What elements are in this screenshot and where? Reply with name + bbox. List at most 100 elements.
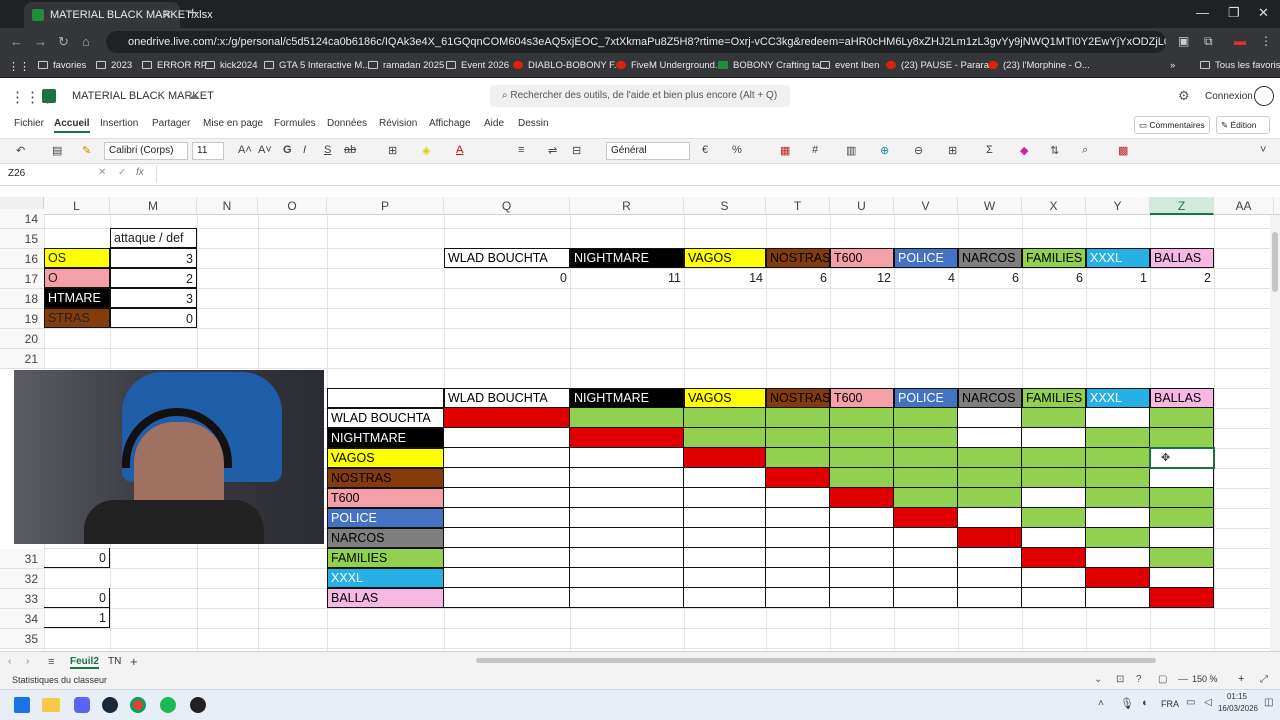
matrix-column-header[interactable]: NIGHTMARE <box>570 388 684 408</box>
row-header[interactable]: 18 <box>0 289 44 309</box>
matrix-cell[interactable] <box>894 588 958 608</box>
profile-icon[interactable]: ▬ <box>1234 34 1246 48</box>
matrix-cell[interactable] <box>444 528 570 548</box>
sort-filter-icon[interactable]: ⇅ <box>1050 144 1059 157</box>
file-explorer-icon[interactable] <box>42 698 60 712</box>
top-gang-header[interactable]: BALLAS <box>1150 248 1214 268</box>
tab-fichier[interactable]: Fichier <box>14 118 44 129</box>
home-icon[interactable]: ⌂ <box>82 34 90 49</box>
extension-icon[interactable]: ▣ <box>1178 34 1189 48</box>
row-header[interactable]: 34 <box>0 609 44 629</box>
matrix-cell[interactable] <box>830 528 894 548</box>
row-header[interactable]: 19 <box>0 309 44 329</box>
matrix-cell[interactable] <box>684 588 766 608</box>
matrix-column-header[interactable]: POLICE <box>894 388 958 408</box>
matrix-cell[interactable] <box>958 568 1022 588</box>
add-sheet-icon[interactable]: + <box>130 654 138 669</box>
column-header-n[interactable]: N <box>197 197 258 215</box>
top-gang-count[interactable]: 12 <box>830 268 894 288</box>
top-gang-count[interactable]: 6 <box>766 268 830 288</box>
matrix-cell[interactable] <box>766 488 830 508</box>
matrix-row-header[interactable]: NIGHTMARE <box>327 428 444 448</box>
minimize-icon[interactable]: — <box>1196 5 1209 20</box>
bookmark-fivem[interactable]: FiveM Underground... <box>616 60 723 71</box>
matrix-cell[interactable] <box>1086 408 1150 428</box>
tab-revision[interactable]: Révision <box>379 118 417 129</box>
column-header-w[interactable]: W <box>958 197 1022 215</box>
top-gang-count[interactable]: 11 <box>570 268 684 288</box>
matrix-cell[interactable] <box>684 468 766 488</box>
underline-icon[interactable]: S <box>324 144 331 156</box>
left-gang-name[interactable]: STRAS <box>44 308 110 328</box>
column-header-y[interactable]: Y <box>1086 197 1150 215</box>
matrix-cell[interactable] <box>1086 548 1150 568</box>
matrix-cell[interactable] <box>570 568 684 588</box>
matrix-cell[interactable] <box>444 548 570 568</box>
menu-icon[interactable]: ⋮ <box>1260 34 1272 48</box>
column-header-v[interactable]: V <box>894 197 958 215</box>
bookmark-kick2024[interactable]: kick2024 <box>205 60 258 71</box>
align-icon[interactable]: ≡ <box>518 144 524 156</box>
matrix-cell[interactable] <box>1150 468 1214 488</box>
tab-donnees[interactable]: Données <box>327 118 367 129</box>
puzzle-icon[interactable]: ⧉ <box>1204 34 1213 49</box>
top-gang-count[interactable]: 2 <box>1150 268 1214 288</box>
matrix-cell[interactable] <box>1022 528 1086 548</box>
horizontal-scroll-thumb[interactable] <box>476 658 1156 663</box>
matrix-cell[interactable] <box>1022 428 1086 448</box>
matrix-cell[interactable] <box>766 408 830 428</box>
strikethrough-icon[interactable]: ab <box>344 144 356 156</box>
matrix-cell[interactable] <box>444 428 570 448</box>
insert-cells-icon[interactable]: ⊕ <box>880 144 889 157</box>
bookmark-favories[interactable]: favories <box>38 60 86 71</box>
signin-link[interactable]: Connexion <box>1205 91 1253 102</box>
name-box[interactable]: Z26 <box>6 167 86 183</box>
left-value-r33[interactable]: 0 <box>44 588 110 608</box>
matrix-cell[interactable] <box>894 488 958 508</box>
matrix-cell[interactable] <box>1150 488 1214 508</box>
format-painter-icon[interactable]: ✎ <box>82 144 91 157</box>
find-icon[interactable]: ⌕ <box>1082 144 1088 157</box>
matrix-column-header[interactable]: BALLAS <box>1150 388 1214 408</box>
matrix-column-header[interactable]: T600 <box>830 388 894 408</box>
matrix-cell[interactable] <box>444 468 570 488</box>
status-view-icon[interactable]: ⌄ <box>1094 674 1102 685</box>
left-gang-value[interactable]: 0 <box>110 308 197 328</box>
matrix-cell[interactable] <box>444 568 570 588</box>
matrix-cell[interactable] <box>570 448 684 468</box>
fill-color-icon[interactable]: ◈ <box>422 144 430 157</box>
matrix-cell[interactable] <box>570 408 684 428</box>
matrix-row-header[interactable]: NOSTRAS <box>327 468 444 488</box>
matrix-row-header[interactable]: WLAD BOUCHTA <box>327 408 444 428</box>
matrix-row-header[interactable]: BALLAS <box>327 588 444 608</box>
undo-icon[interactable]: ↶ <box>16 144 25 157</box>
row-header[interactable]: 16 <box>0 249 44 269</box>
discord-icon[interactable] <box>74 697 90 713</box>
top-gang-header[interactable]: POLICE <box>894 248 958 268</box>
matrix-cell[interactable] <box>830 448 894 468</box>
avatar-icon[interactable] <box>1254 86 1274 106</box>
clock-time[interactable]: 01:15 <box>1222 692 1252 701</box>
top-gang-count[interactable]: 0 <box>444 268 570 288</box>
matrix-cell[interactable] <box>1086 588 1150 608</box>
matrix-cell[interactable] <box>570 468 684 488</box>
column-header-l[interactable]: L <box>44 197 110 215</box>
matrix-cell[interactable] <box>1086 468 1150 488</box>
left-gang-name[interactable]: HTMARE <box>44 288 110 308</box>
matrix-row-header[interactable]: T600 <box>327 488 444 508</box>
bookmark-gta5[interactable]: GTA 5 Interactive M... <box>264 60 370 71</box>
all-favorites[interactable]: Tous les favoris <box>1200 60 1280 71</box>
matrix-cell[interactable] <box>570 548 684 568</box>
column-header-o[interactable]: O <box>258 197 327 215</box>
column-header-t[interactable]: T <box>766 197 830 215</box>
percent-icon[interactable]: % <box>732 144 742 156</box>
matrix-cell[interactable] <box>684 408 766 428</box>
left-gang-name[interactable]: O <box>44 268 110 288</box>
matrix-cell[interactable] <box>958 428 1022 448</box>
matrix-cell[interactable] <box>1150 588 1214 608</box>
matrix-cell[interactable] <box>444 448 570 468</box>
matrix-cell[interactable] <box>570 508 684 528</box>
forward-icon[interactable]: → <box>34 34 47 49</box>
bookmark-event-2026[interactable]: Event 2026 <box>446 60 509 71</box>
row-header[interactable]: 20 <box>0 329 44 349</box>
